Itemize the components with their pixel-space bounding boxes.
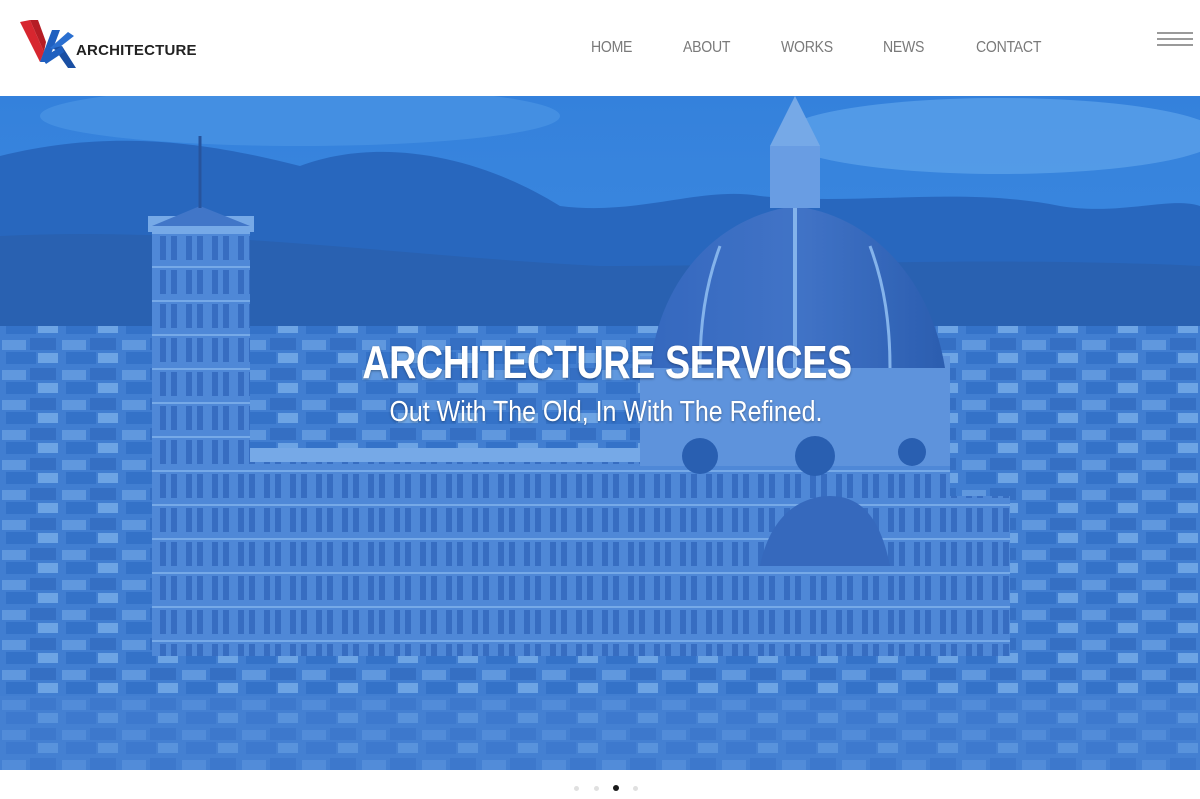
hero-title: ARCHITECTURE SERVICES — [362, 336, 852, 388]
nav-news[interactable]: NEWS — [883, 36, 924, 60]
hero-slider: ARCHITECTURE SERVICES Out With The Old, … — [0, 96, 1200, 770]
hero-tint-overlay — [0, 96, 1200, 770]
logo-text: ARCHITECTURE — [76, 41, 197, 59]
logo-mark-icon — [20, 20, 76, 68]
slider-dot[interactable] — [633, 786, 638, 791]
hamburger-menu-icon[interactable] — [1157, 30, 1193, 48]
site-header: ARCHITECTURE HOME ABOUT WORKS NEWS CONTA… — [0, 0, 1200, 96]
slider-dot[interactable] — [594, 786, 599, 791]
nav-about[interactable]: ABOUT — [683, 36, 730, 60]
nav-contact[interactable]: CONTACT — [976, 36, 1041, 60]
slider-dot-active[interactable] — [613, 785, 619, 791]
slider-dot[interactable] — [574, 786, 579, 791]
slider-pagination — [568, 784, 648, 794]
site-logo[interactable]: ARCHITECTURE — [18, 18, 197, 70]
hero-subtitle: Out With The Old, In With The Refined. — [389, 396, 823, 428]
nav-home[interactable]: HOME — [591, 36, 632, 60]
nav-works[interactable]: WORKS — [781, 36, 833, 60]
